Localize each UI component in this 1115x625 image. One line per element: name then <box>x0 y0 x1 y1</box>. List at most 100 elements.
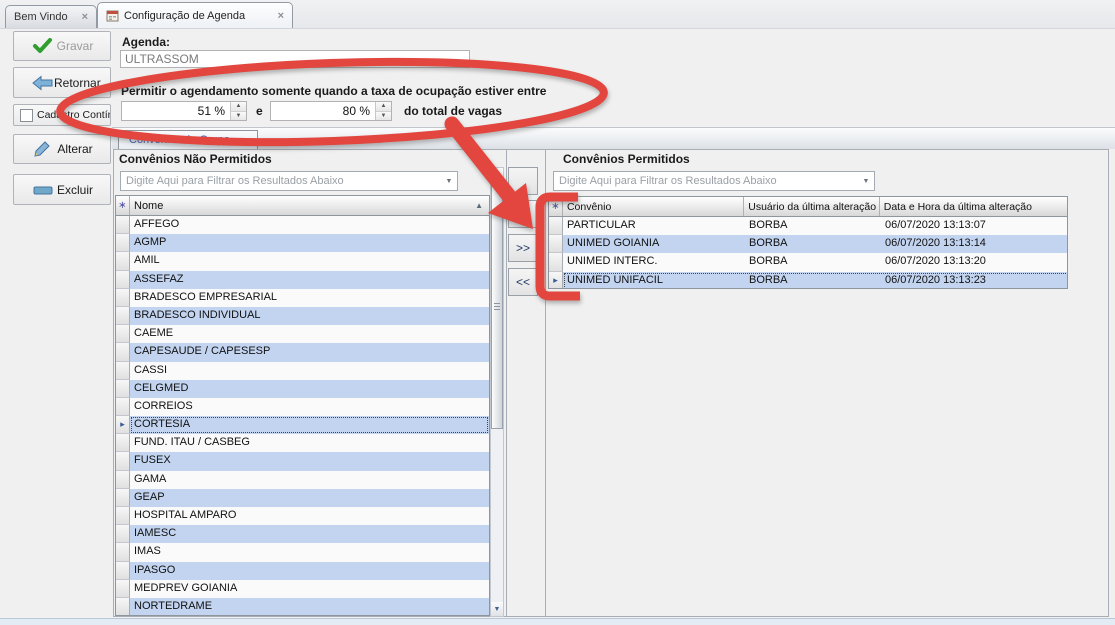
table-row[interactable]: IPASGO <box>116 562 489 580</box>
table-row[interactable]: AFFEGO <box>116 216 489 234</box>
table-row[interactable]: GEAP <box>116 489 489 507</box>
row-header[interactable] <box>116 252 130 270</box>
table-row[interactable]: AMIL <box>116 252 489 270</box>
table-row[interactable]: IAMESC <box>116 525 489 543</box>
table-row[interactable]: HOSPITAL AMPARO <box>116 507 489 525</box>
occupancy-text: Permitir o agendamento somente quando a … <box>121 84 546 98</box>
row-header[interactable] <box>116 562 130 580</box>
row-header[interactable] <box>116 216 130 234</box>
agenda-value: ULTRASSOM <box>125 52 199 66</box>
close-icon[interactable]: × <box>82 11 88 23</box>
row-header[interactable] <box>116 434 130 452</box>
tab-configuracao-de-agenda[interactable]: Configuração de Agenda × <box>97 2 293 28</box>
alterar-button[interactable]: Alterar <box>13 134 111 164</box>
row-header[interactable] <box>116 343 130 361</box>
row-header[interactable] <box>116 452 130 470</box>
table-row[interactable]: CAEME <box>116 325 489 343</box>
cadastro-continuo-label: Cadastro Contínuo <box>37 109 111 121</box>
table-row[interactable]: FUND. ITAU / CASBEG <box>116 434 489 452</box>
min-occupancy-spinner[interactable]: 51 % ▲▼ <box>121 101 247 121</box>
table-row[interactable]: MEDPREV GOIANIA <box>116 580 489 598</box>
row-header[interactable] <box>116 489 130 507</box>
row-label: IAMESC <box>130 525 489 543</box>
left-grid-header: ∗ Nome ▲ <box>116 196 489 216</box>
row-header[interactable] <box>116 507 130 525</box>
close-icon[interactable]: × <box>278 10 284 22</box>
move-all-left-button[interactable]: << <box>508 268 538 296</box>
row-label: CAEME <box>130 325 489 343</box>
row-indicator-icon[interactable]: ▸ <box>549 272 563 289</box>
chevron-down-icon[interactable]: ▼ <box>858 178 874 185</box>
spinner-buttons[interactable]: ▲▼ <box>375 102 391 120</box>
chevron-down-icon[interactable]: ▼ <box>441 178 457 185</box>
row-header[interactable] <box>116 289 130 307</box>
column-header-nome[interactable]: Nome ▲ <box>130 196 489 215</box>
right-filter-combobox[interactable]: Digite Aqui para Filtrar os Resultados A… <box>553 171 875 191</box>
row-header[interactable] <box>116 307 130 325</box>
table-row[interactable]: BRADESCO EMPRESARIAL <box>116 289 489 307</box>
divider <box>506 149 507 617</box>
checkbox-icon[interactable] <box>20 109 33 122</box>
gravar-button[interactable]: Gravar <box>13 31 111 61</box>
table-row[interactable]: ASSEFAZ <box>116 271 489 289</box>
row-cell: 06/07/2020 13:13:14 <box>881 235 1068 253</box>
left-grid-scrollbar[interactable]: ▲ ▼ <box>490 167 504 617</box>
row-header[interactable] <box>116 598 130 616</box>
table-row[interactable]: CELGMED <box>116 380 489 398</box>
spinner-buttons[interactable]: ▲▼ <box>230 102 246 120</box>
row-header[interactable] <box>116 580 130 598</box>
scroll-down-icon[interactable]: ▼ <box>491 602 503 616</box>
row-header[interactable] <box>116 234 130 252</box>
cadastro-continuo-checkbox[interactable]: Cadastro Contínuo <box>13 104 111 126</box>
column-header-convenio[interactable]: Convênio <box>563 197 744 216</box>
row-header[interactable] <box>116 362 130 380</box>
table-row[interactable]: AGMP <box>116 234 489 252</box>
table-row[interactable]: UNIMED GOIANIABORBA06/07/2020 13:13:14 <box>549 235 1067 253</box>
move-left-button[interactable]: < <box>508 200 538 228</box>
scrollbar-thumb[interactable] <box>491 184 503 429</box>
right-panel-title: Convênios Permitidos <box>563 152 690 166</box>
table-row[interactable]: GAMA <box>116 471 489 489</box>
column-header-data-hora[interactable]: Data e Hora da última alteração <box>880 197 1067 216</box>
move-right-button[interactable] <box>508 167 538 195</box>
table-row[interactable]: UNIMED INTERC.BORBA06/07/2020 13:13:20 <box>549 253 1067 271</box>
row-label: FUND. ITAU / CASBEG <box>130 434 489 452</box>
row-header[interactable] <box>549 217 563 235</box>
row-header[interactable] <box>116 525 130 543</box>
move-all-right-button[interactable]: >> <box>508 234 538 262</box>
excluir-button[interactable]: Excluir <box>13 174 111 205</box>
row-header[interactable] <box>549 235 563 253</box>
row-header[interactable] <box>116 471 130 489</box>
column-header-usuario[interactable]: Usuário da última alteração <box>744 197 879 216</box>
row-header[interactable] <box>116 380 130 398</box>
table-row[interactable]: BRADESCO INDIVIDUAL <box>116 307 489 325</box>
agenda-input[interactable]: ULTRASSOM <box>120 50 470 68</box>
row-header[interactable] <box>549 253 563 271</box>
retornar-button[interactable]: Retornar <box>13 67 111 98</box>
row-header[interactable] <box>116 398 130 416</box>
row-label: AMIL <box>130 252 489 270</box>
table-row[interactable]: PARTICULARBORBA06/07/2020 13:13:07 <box>549 217 1067 235</box>
table-row[interactable]: ▸UNIMED UNIFACILBORBA06/07/2020 13:13:23 <box>549 272 1067 289</box>
table-row[interactable]: CASSI <box>116 362 489 380</box>
row-header[interactable] <box>116 325 130 343</box>
row-indicator-icon[interactable]: ▸ <box>116 416 130 434</box>
row-cell: BORBA <box>745 272 881 289</box>
tab-convenios-do-grupo[interactable]: Convênios do Grupo <box>118 130 258 149</box>
table-row[interactable]: NORTEDRAME <box>116 598 489 616</box>
table-row[interactable]: FUSEX <box>116 452 489 470</box>
row-header[interactable] <box>116 543 130 561</box>
row-label: GAMA <box>130 471 489 489</box>
row-header[interactable] <box>116 271 130 289</box>
table-row[interactable]: CORREIOS <box>116 398 489 416</box>
check-icon <box>32 38 54 54</box>
max-occupancy-spinner[interactable]: 80 % ▲▼ <box>270 101 392 121</box>
tab-bem-vindo[interactable]: Bem Vindo × <box>5 5 97 28</box>
table-row[interactable]: CAPESAUDE / CAPESESP <box>116 343 489 361</box>
table-row[interactable]: ▸CORTESIA <box>116 416 489 434</box>
left-filter-combobox[interactable]: Digite Aqui para Filtrar os Resultados A… <box>120 171 458 191</box>
table-row[interactable]: IMAS <box>116 543 489 561</box>
scroll-up-icon[interactable]: ▲ <box>491 168 503 182</box>
excluir-label: Excluir <box>54 183 96 197</box>
row-indicator-header-icon: ∗ <box>116 196 130 215</box>
